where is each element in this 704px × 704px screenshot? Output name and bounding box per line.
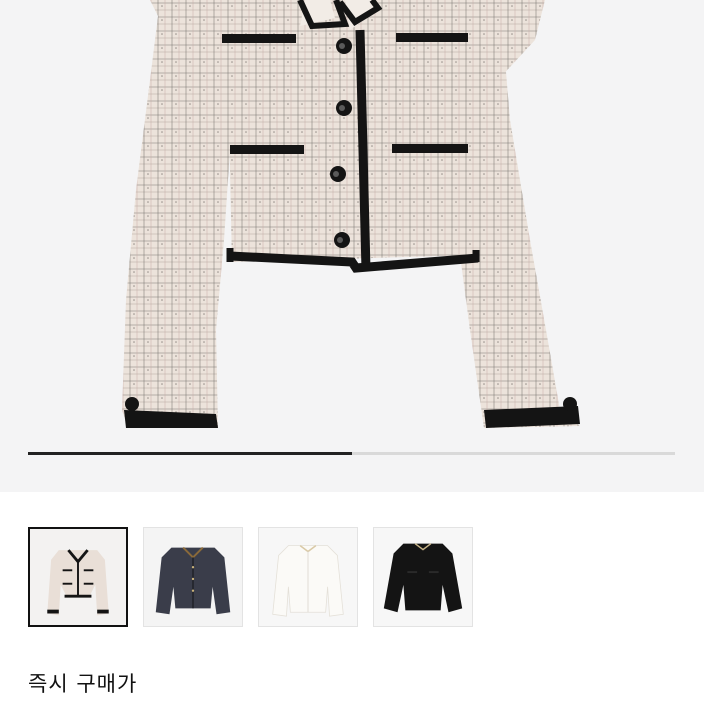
carousel-progress-fill bbox=[28, 452, 352, 455]
thumbnail-image bbox=[259, 528, 357, 626]
thumbnail-strip bbox=[28, 527, 473, 627]
thumbnail-tweed-jacket-ivory[interactable] bbox=[28, 527, 128, 627]
buy-now-label[interactable]: 즉시 구매가 bbox=[28, 668, 137, 698]
thumbnail-jacket-white[interactable] bbox=[258, 527, 358, 627]
product-image bbox=[122, 0, 580, 428]
thumbnail-image bbox=[144, 528, 242, 626]
thumbnail-tweed-jacket-navy[interactable] bbox=[143, 527, 243, 627]
thumbnail-image bbox=[30, 529, 126, 625]
product-image-viewer[interactable] bbox=[0, 0, 704, 492]
thumbnail-jacket-black[interactable] bbox=[373, 527, 473, 627]
thumbnail-image bbox=[374, 528, 472, 626]
carousel-progress-bar bbox=[28, 452, 675, 455]
